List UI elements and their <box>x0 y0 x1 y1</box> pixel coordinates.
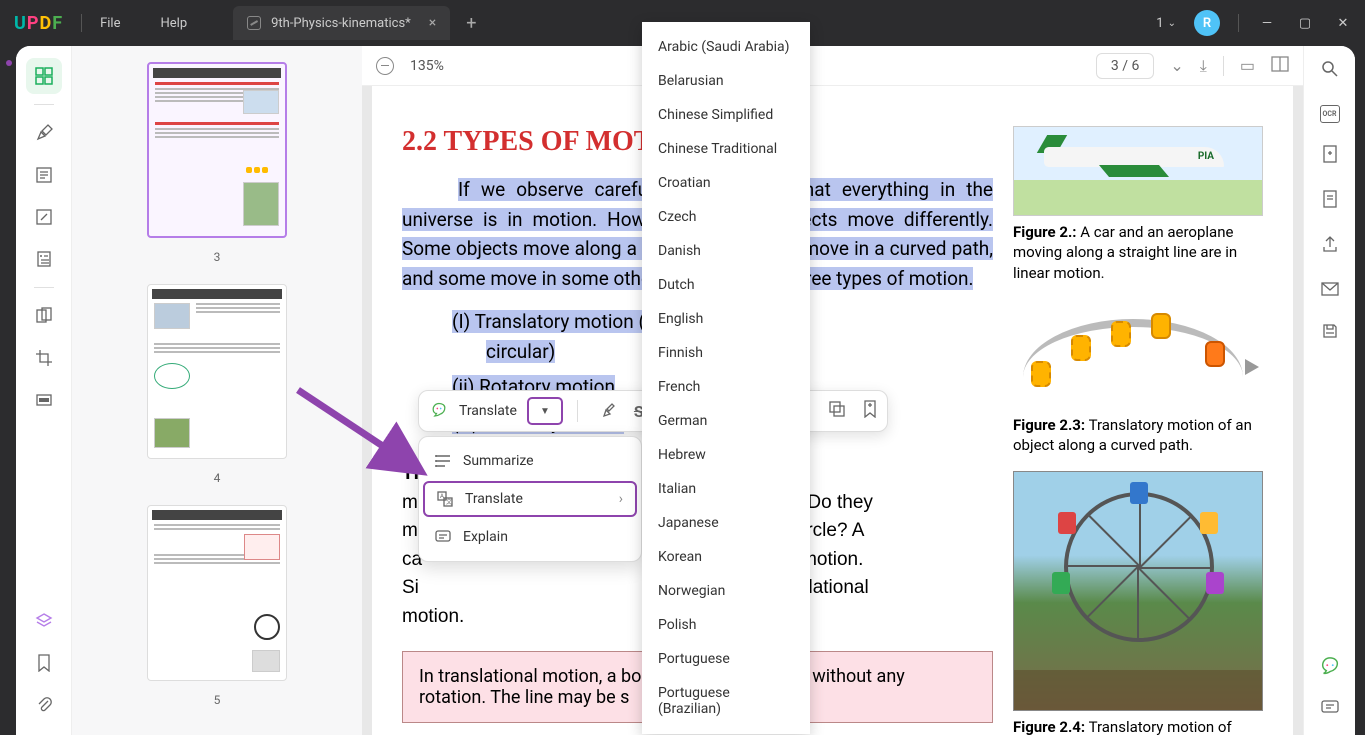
language-option[interactable]: Czech <box>642 200 810 234</box>
thumbnail-panel: 3 4 5 <box>72 46 362 735</box>
language-option[interactable]: Arabic (Saudi Arabia) <box>642 30 810 64</box>
figure-23-image <box>1013 299 1263 409</box>
language-option[interactable]: German <box>642 404 810 438</box>
search-icon[interactable] <box>1321 60 1339 83</box>
document-tab[interactable]: 9th-Physics-kinematics* × <box>233 6 450 40</box>
compress-icon[interactable] <box>1322 190 1338 213</box>
language-option[interactable]: Danish <box>642 234 810 268</box>
language-option[interactable]: French <box>642 370 810 404</box>
submenu-explain[interactable]: Explain <box>419 519 641 555</box>
new-tab-button[interactable]: + <box>466 13 476 34</box>
presentation-icon[interactable]: ▭ <box>1240 56 1255 75</box>
language-option[interactable]: Japanese <box>642 506 810 540</box>
redact-tool[interactable] <box>26 382 62 418</box>
thumbnail-page-4[interactable] <box>147 284 287 460</box>
figure-24-caption: Figure 2.4: Translatory motion of riders… <box>1013 717 1263 735</box>
svg-text:A: A <box>440 493 444 500</box>
zoom-out-button[interactable] <box>376 57 394 75</box>
thumbnail-page-3[interactable] <box>147 62 287 238</box>
convert-icon[interactable] <box>1322 145 1338 168</box>
language-option[interactable]: Hebrew <box>642 438 810 472</box>
close-button[interactable]: ✕ <box>1333 16 1353 31</box>
app-logo: UPDF <box>14 13 63 34</box>
language-option[interactable]: Portuguese <box>642 642 810 676</box>
page-indicator[interactable]: 3 / 6 <box>1096 53 1154 79</box>
reading-mode-icon[interactable] <box>1271 56 1289 76</box>
language-option[interactable]: Portuguese (Brazilian) <box>642 676 810 726</box>
jump-end-icon[interactable]: ⤓ <box>1200 56 1207 76</box>
chevron-right-icon: › <box>619 491 623 507</box>
language-option[interactable]: Norwegian <box>642 574 810 608</box>
window-count[interactable]: 1 ⌄ <box>1156 16 1176 31</box>
thumb-label: 4 <box>214 471 221 485</box>
submenu-summarize[interactable]: Summarize <box>419 443 641 479</box>
language-option[interactable]: Belarusian <box>642 64 810 98</box>
ai-icon <box>429 401 449 421</box>
thumbnail-page-5[interactable] <box>147 505 287 681</box>
thumbnails-tool[interactable] <box>26 58 62 94</box>
zoom-level[interactable]: 135% <box>410 58 444 74</box>
email-icon[interactable] <box>1321 280 1339 301</box>
organize-tool[interactable] <box>26 298 62 334</box>
tab-title: 9th-Physics-kinematics* <box>271 16 411 31</box>
copy-icon[interactable] <box>829 401 845 421</box>
text-tool[interactable] <box>26 157 62 193</box>
bookmark-tool[interactable] <box>26 645 62 681</box>
language-option[interactable]: Dutch <box>642 268 810 302</box>
figure-2-image: PIA <box>1013 126 1263 216</box>
highlighter-tool[interactable] <box>26 115 62 151</box>
document-toolbar: 135% 3 / 6 ⌄ ⤓ ▭ <box>362 46 1303 86</box>
thumb-label: 5 <box>214 693 221 707</box>
tab-close-icon[interactable]: × <box>429 15 436 31</box>
thumb-label: 3 <box>214 250 221 264</box>
language-option[interactable]: Finnish <box>642 336 810 370</box>
ai-submenu: Summarize A文 Translate › Explain <box>418 436 642 562</box>
figure-24-image <box>1013 471 1263 711</box>
left-sidebar <box>16 46 72 735</box>
comment-icon[interactable] <box>1321 700 1339 721</box>
translate-dropdown[interactable]: ▼ <box>527 397 563 425</box>
svg-text:文: 文 <box>446 498 452 506</box>
minimize-button[interactable]: — <box>1257 16 1277 31</box>
language-option[interactable]: English <box>642 302 810 336</box>
highlight-icon[interactable] <box>600 400 616 422</box>
ai-assistant-icon[interactable] <box>1319 656 1341 682</box>
language-option[interactable]: Chinese Traditional <box>642 132 810 166</box>
figure-23-caption: Figure 2.3: Translatory motion of an obj… <box>1013 415 1263 456</box>
language-option[interactable]: Korean <box>642 540 810 574</box>
layers-tool[interactable] <box>26 603 62 639</box>
maximize-button[interactable]: ▢ <box>1295 16 1315 31</box>
language-option[interactable]: Croatian <box>642 166 810 200</box>
translate-label[interactable]: Translate <box>459 403 517 419</box>
ocr-icon[interactable]: OCR <box>1320 105 1340 123</box>
language-option[interactable]: Italian <box>642 472 810 506</box>
edit-tool[interactable] <box>26 199 62 235</box>
bookmark-add-icon[interactable] <box>863 400 877 422</box>
menu-file[interactable]: File <box>100 16 120 31</box>
indicator-dot <box>6 60 12 66</box>
form-tool[interactable] <box>26 241 62 277</box>
crop-tool[interactable] <box>26 340 62 376</box>
save-icon[interactable] <box>1322 323 1338 344</box>
right-sidebar: OCR <box>1303 46 1355 735</box>
attachment-tool[interactable] <box>26 687 62 723</box>
tab-icon <box>247 16 261 30</box>
chevron-down-icon[interactable]: ⌄ <box>1170 56 1183 75</box>
language-option[interactable]: Chinese Simplified <box>642 98 810 132</box>
submenu-translate[interactable]: A文 Translate › <box>423 481 637 517</box>
share-icon[interactable] <box>1322 235 1338 258</box>
language-option[interactable]: Polish <box>642 608 810 642</box>
figure-2-caption: Figure 2.: A car and an aeroplane moving… <box>1013 222 1263 283</box>
menu-help[interactable]: Help <box>160 16 187 31</box>
language-menu: Arabic (Saudi Arabia)BelarusianChinese S… <box>642 22 810 734</box>
user-avatar[interactable]: R <box>1194 10 1220 36</box>
